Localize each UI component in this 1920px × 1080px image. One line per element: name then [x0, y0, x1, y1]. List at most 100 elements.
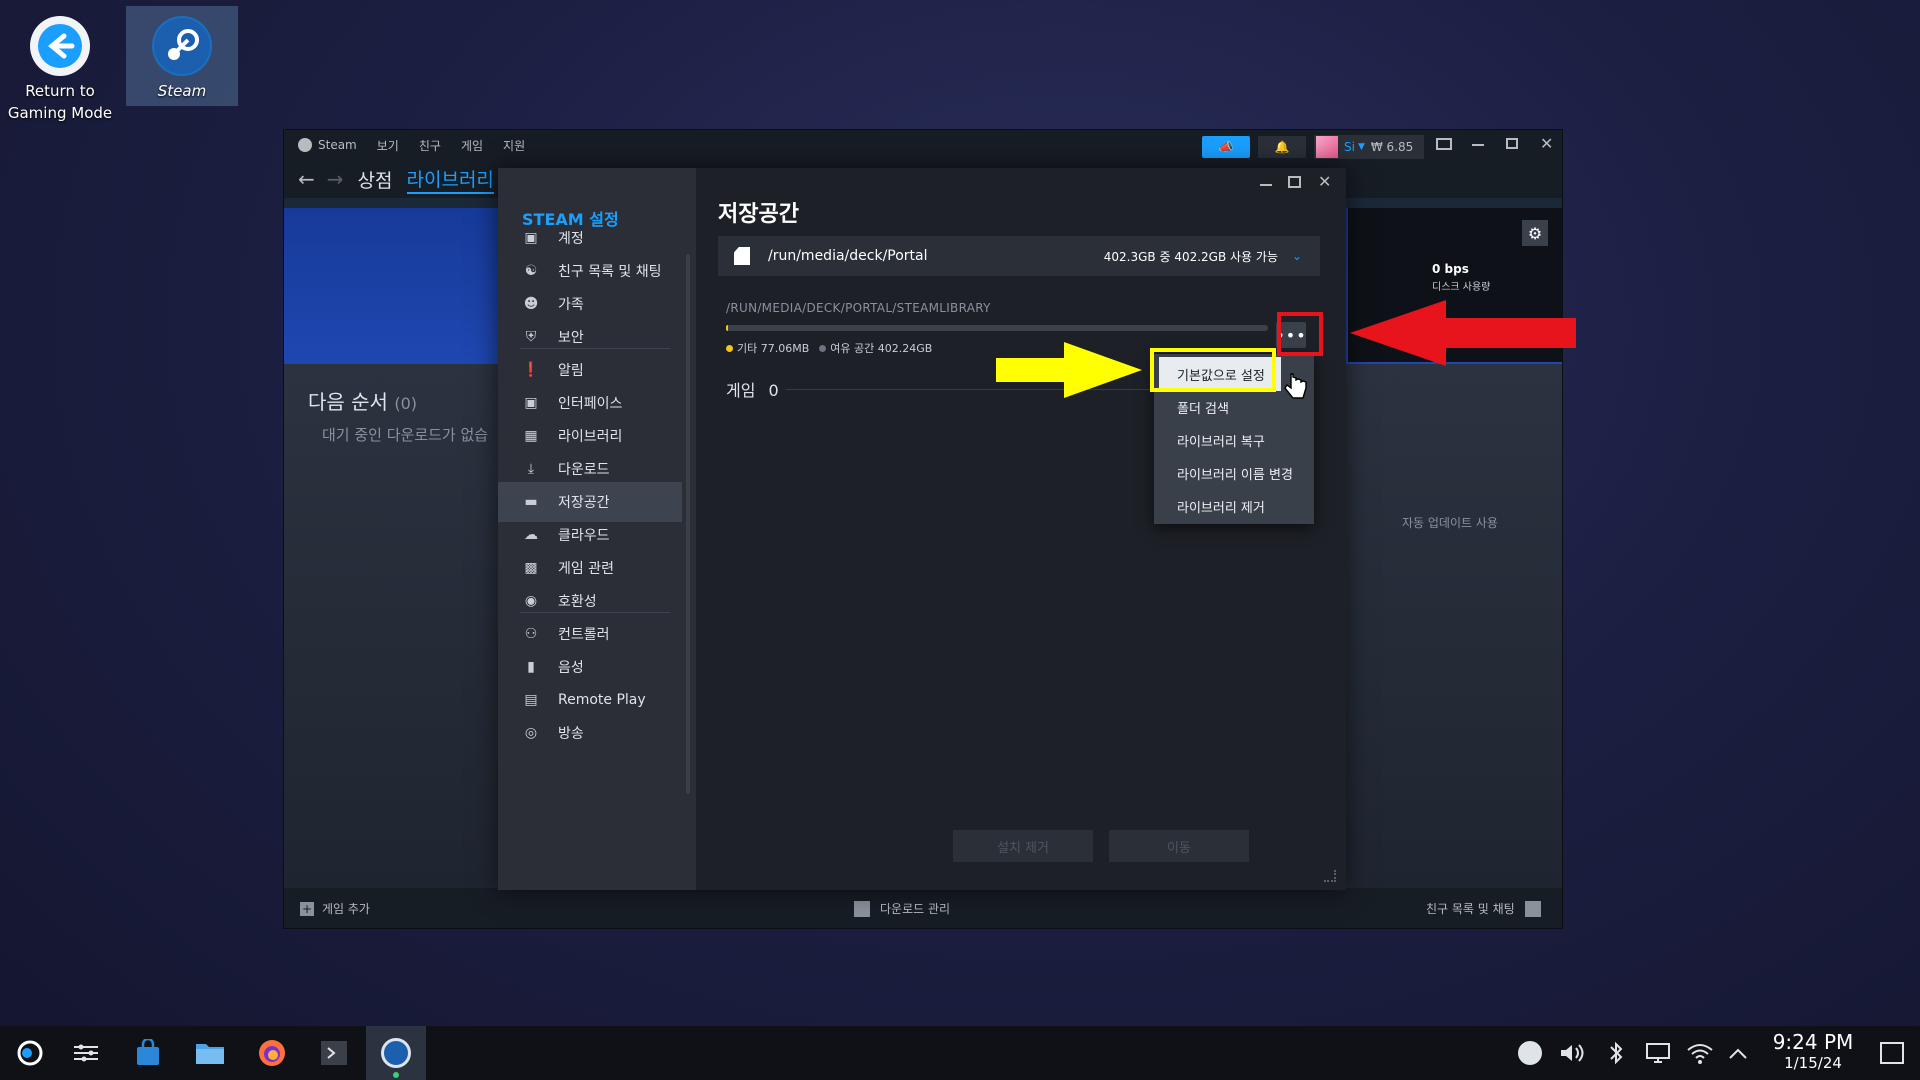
avatar — [1316, 136, 1338, 158]
storage-legend: 기타 77.06MB 여유 공간 402.24GB — [726, 340, 932, 356]
legend-dot-other — [726, 344, 733, 352]
microphone-icon: ▮ — [527, 659, 535, 675]
sidebar-item-label: 가족 — [558, 297, 584, 313]
desktop-icon-steam[interactable]: Steam — [126, 6, 238, 106]
clock[interactable]: 9:24 PM 1/15/24 — [1768, 1030, 1858, 1072]
resize-grip-icon[interactable] — [1324, 870, 1336, 882]
chevron-up-icon[interactable] — [1720, 1035, 1756, 1071]
manage-downloads-label: 다운로드 관리 — [880, 902, 951, 916]
close-icon[interactable]: ✕ — [1318, 172, 1331, 191]
settings-dialog: STEAM 설정 ▣ 계정 ☯ 친구 목록 및 채팅 ☻ 가족 ⛨ 보안 ❗ 알림 ▣ 인터페이스 ▦ 라… — [498, 168, 1346, 890]
annotation-arrow-yellow — [996, 342, 1142, 398]
queue-count: (0) — [394, 394, 417, 413]
wallet-balance: ₩ 6.85 — [1370, 140, 1414, 154]
game-screen-icon: ▩ — [524, 560, 538, 576]
sidebar-scrollbar[interactable] — [686, 254, 690, 794]
library-path: /RUN/MEDIA/DECK/PORTAL/STEAMLIBRARY — [726, 301, 991, 315]
title-bar: Steam 보기 친구 게임 지원 📣 🔔 Si ▼ ₩ 6.85 ✕ — [284, 130, 1562, 160]
back-arrow-icon[interactable]: ← — [298, 167, 315, 191]
add-game-button[interactable]: + 게임 추가 — [300, 900, 370, 917]
download-icon — [854, 900, 870, 917]
display-icon[interactable] — [1640, 1035, 1676, 1071]
gamepad-icon: ⚇ — [524, 626, 538, 642]
firefox-icon[interactable] — [254, 1035, 290, 1071]
bluetooth-icon[interactable] — [1598, 1035, 1634, 1071]
announcement-button[interactable]: 📣 — [1202, 136, 1250, 158]
sidebar-item-label: 게임 관련 — [558, 561, 614, 577]
terminal-icon[interactable] — [316, 1035, 352, 1071]
auto-update-label[interactable]: 자동 업데이트 사용 — [1402, 514, 1498, 531]
sidebar-divider — [520, 348, 670, 349]
sidebar-item-label: 인터페이스 — [558, 396, 623, 412]
sidebar-divider — [520, 612, 670, 613]
menu-friends[interactable]: 친구 — [419, 137, 441, 154]
close-icon[interactable]: ✕ — [1540, 134, 1553, 153]
speed-value: 0 bps — [1432, 262, 1469, 276]
games-count: 게임 0 — [726, 377, 779, 401]
show-desktop-icon[interactable] — [1874, 1035, 1910, 1071]
wifi-icon[interactable] — [1682, 1035, 1718, 1071]
return-arrow-icon — [30, 16, 90, 76]
file-manager-icon[interactable] — [192, 1035, 228, 1071]
clock-date: 1/15/24 — [1784, 1054, 1842, 1072]
friends-chat-label: 친구 목록 및 채팅 — [1426, 902, 1515, 916]
discover-store-icon[interactable] — [130, 1035, 166, 1071]
drive-selector[interactable]: /run/media/deck/Portal 402.3GB 중 402.2GB… — [718, 236, 1320, 276]
volume-icon[interactable] — [1554, 1035, 1590, 1071]
settings-sliders-icon[interactable] — [68, 1035, 104, 1071]
sidebar-item-label: 다운로드 — [558, 462, 610, 478]
sidebar-item-label: 컨트롤러 — [558, 627, 610, 643]
forward-arrow-icon[interactable]: → — [327, 167, 344, 191]
menu-help[interactable]: 지원 — [503, 137, 525, 154]
big-picture-icon[interactable] — [1436, 138, 1452, 150]
annotation-arrow-red — [1350, 300, 1576, 366]
menu-steam[interactable]: Steam — [318, 138, 357, 152]
menu-item-repair-library[interactable]: 라이브러리 복구 — [1154, 424, 1314, 457]
megaphone-icon: 📣 — [1218, 140, 1234, 154]
queue-empty-text: 대기 중인 다운로드가 없습 — [322, 426, 489, 444]
desktop-icon-label: Return to — [25, 82, 95, 100]
cast-icon: ▤ — [524, 692, 538, 708]
chevron-down-icon: ▼ — [1357, 142, 1365, 152]
shield-icon: ⛨ — [525, 329, 537, 345]
maximize-icon[interactable] — [1506, 138, 1518, 149]
sidebar-item-label: 라이브러리 — [558, 429, 623, 445]
drive-icon: ▬ — [524, 494, 538, 510]
notification-button[interactable]: 🔔 — [1258, 136, 1306, 158]
alert-icon: ❗ — [522, 362, 540, 378]
tab-library[interactable]: 라이브러리 — [406, 165, 494, 194]
user-menu[interactable]: Si ▼ ₩ 6.85 — [1314, 135, 1424, 159]
menu-view[interactable]: 보기 — [377, 137, 399, 154]
minimize-icon[interactable] — [1472, 144, 1484, 146]
page-title: 저장공간 — [718, 202, 799, 227]
minimize-icon[interactable] — [1260, 184, 1272, 186]
storage-usage-fill — [726, 325, 728, 331]
friends-chat-button[interactable]: 친구 목록 및 채팅 — [1426, 900, 1541, 917]
menu-item-remove-library[interactable]: 라이브러리 제거 — [1154, 490, 1314, 523]
taskbar-steam-active[interactable] — [366, 1026, 426, 1080]
queue-title: 다음 순서 — [308, 390, 388, 414]
desktop-icon-label: Gaming Mode — [7, 104, 113, 122]
move-button[interactable]: 이동 — [1109, 830, 1249, 862]
steam-logo-icon — [152, 16, 212, 76]
menu-games[interactable]: 게임 — [461, 137, 483, 154]
sidebar-item-label: 클라우드 — [558, 528, 610, 544]
sidebar-item-15[interactable]: ◎ 방송 — [498, 713, 682, 753]
steam-tray-icon[interactable] — [1512, 1035, 1548, 1071]
cloud-icon: ☁ — [524, 527, 538, 543]
monitor-icon: ▣ — [524, 395, 538, 411]
tab-store[interactable]: 상점 — [358, 166, 393, 193]
manage-downloads-button[interactable]: 다운로드 관리 — [854, 900, 950, 917]
steamos-menu-icon[interactable] — [12, 1035, 48, 1071]
sidebar-item-label: 호환성 — [558, 594, 597, 610]
menu-item-rename-library[interactable]: 라이브러리 이름 변경 — [1154, 457, 1314, 490]
desktop-icon-gaming-mode[interactable]: Return to Gaming Mode — [4, 6, 116, 122]
uninstall-button[interactable]: 설치 제거 — [953, 830, 1093, 862]
settings-gear-button[interactable]: ⚙ — [1522, 220, 1548, 246]
steam-icon: ◉ — [524, 593, 538, 609]
disk-usage-label: 디스크 사용량 — [1432, 282, 1491, 293]
maximize-icon[interactable] — [1288, 176, 1301, 188]
steam-icon — [381, 1038, 411, 1068]
sidebar-item-label: 보안 — [558, 330, 584, 346]
games-number: 0 — [768, 381, 779, 400]
